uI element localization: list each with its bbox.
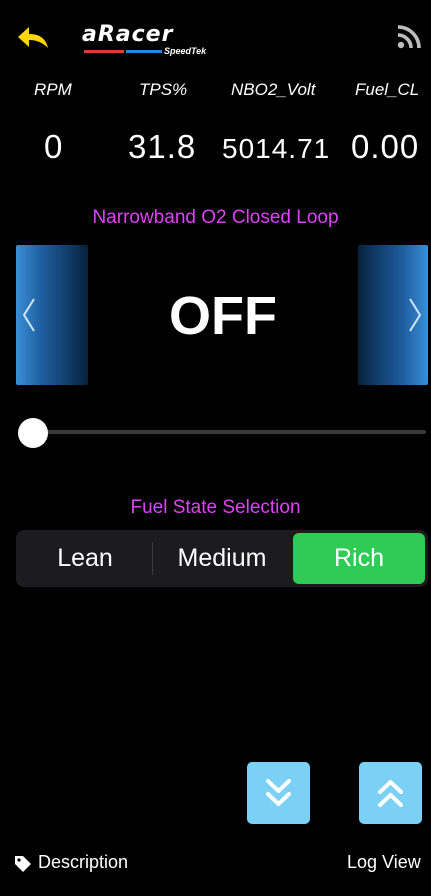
description-label: Description	[38, 852, 129, 872]
metric-value-tps: 31.8	[128, 128, 197, 165]
double-chevron-down-icon	[266, 779, 291, 806]
logo-stripe-red	[84, 50, 124, 53]
aracer-logo: aRacer SpeedTek	[82, 22, 210, 56]
tag-icon	[15, 856, 31, 872]
scroll-up-button[interactable]	[359, 762, 422, 824]
logo-stripe-blue	[126, 50, 162, 53]
metric-label-nbo2-volt: NBO2_Volt	[231, 80, 316, 99]
segment-divider	[152, 542, 153, 575]
log-view-link[interactable]: Log View	[347, 852, 421, 873]
chevron-left-icon	[22, 298, 35, 332]
fuel-state-medium-option[interactable]: Medium	[154, 533, 290, 584]
closed-loop-selector: OFF	[16, 245, 428, 385]
back-arrow-icon[interactable]	[16, 25, 50, 49]
double-chevron-up-icon	[378, 780, 403, 807]
metric-value-nbo2-volt: 5014.71	[222, 133, 331, 164]
chevron-right-icon	[409, 298, 422, 332]
fuel-state-title: Fuel State Selection	[130, 497, 301, 518]
fuel-state-segmented-control: Lean Medium Rich	[16, 530, 428, 587]
metric-label-rpm: RPM	[34, 80, 72, 99]
top-bar: aRacer SpeedTek	[0, 0, 431, 70]
metric-values-row: 0 31.8 5014.71 0.00	[0, 128, 431, 172]
metric-label-fuel-cl: Fuel_CL	[355, 80, 420, 99]
metric-label-tps: TPS%	[139, 80, 188, 99]
slider-track	[30, 430, 426, 434]
metric-labels-row: RPM TPS% NBO2_Volt Fuel_CL	[0, 76, 431, 106]
logo-text: aRacer	[82, 22, 174, 47]
scroll-down-button[interactable]	[247, 762, 310, 824]
closed-loop-value: OFF	[169, 286, 277, 346]
rss-feed-icon[interactable]	[396, 24, 422, 50]
metric-value-rpm: 0	[44, 128, 64, 165]
previous-option-button[interactable]	[16, 245, 88, 385]
fuel-state-rich-option[interactable]: Rich	[293, 533, 425, 584]
closed-loop-slider[interactable]	[16, 415, 428, 449]
closed-loop-title: Narrowband O2 Closed Loop	[92, 207, 339, 228]
fuel-state-lean-option[interactable]: Lean	[19, 533, 151, 584]
metric-value-fuel-cl: 0.00	[351, 128, 420, 165]
next-option-button[interactable]	[358, 245, 428, 385]
logo-subtext: SpeedTek	[164, 46, 207, 56]
slider-thumb[interactable]	[18, 418, 48, 448]
